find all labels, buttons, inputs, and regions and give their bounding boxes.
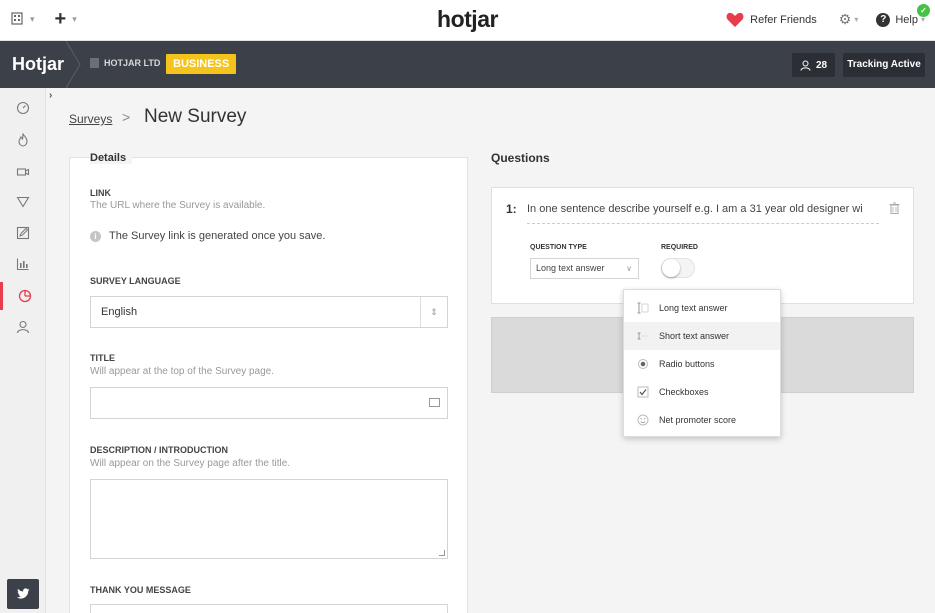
thankyou-input[interactable] — [90, 604, 448, 613]
language-label: SURVEY LANGUAGE — [90, 276, 181, 286]
building-icon — [90, 58, 99, 68]
toggle-knob — [662, 259, 680, 277]
funnel-icon — [16, 196, 30, 208]
question-number: 1: — [506, 202, 517, 216]
details-heading: Details — [90, 152, 133, 164]
radio-icon — [636, 358, 649, 371]
user-icon — [16, 320, 30, 334]
sidebar-expand-chevron-icon[interactable]: › — [49, 90, 52, 101]
menu-item-label: Checkboxes — [659, 387, 709, 397]
twitter-button[interactable] — [7, 579, 39, 609]
org-selector[interactable]: HOTJAR LTD — [90, 58, 160, 68]
title-input[interactable] — [90, 387, 448, 419]
menu-item-label: Short text answer — [659, 331, 730, 341]
user-icon — [800, 60, 811, 71]
sidebar-item-dashboard[interactable] — [0, 94, 46, 122]
link-label: LINK — [90, 188, 111, 198]
bar-chart-icon — [16, 258, 29, 271]
title-label: TITLE — [90, 353, 115, 363]
tracking-status-button[interactable]: Tracking Active — [843, 53, 925, 77]
menu-item-short-text[interactable]: Short text answer — [624, 322, 780, 350]
question-type-label: QUESTION TYPE — [530, 244, 587, 251]
help-link[interactable]: Help — [895, 14, 918, 26]
link-info-text: The Survey link is generated once you sa… — [109, 230, 326, 242]
title-help: Will appear at the top of the Survey pag… — [90, 366, 274, 377]
sidebar-item-forms[interactable] — [0, 219, 46, 247]
menu-item-label: Long text answer — [659, 303, 728, 313]
text-format-icon[interactable] — [429, 398, 440, 407]
resize-handle-icon[interactable] — [439, 550, 445, 556]
org-name: HOTJAR LTD — [104, 58, 161, 68]
select-arrows-icon: ⇕ — [420, 297, 447, 327]
menu-item-label: Radio buttons — [659, 359, 715, 369]
users-button[interactable]: 28 — [792, 53, 835, 77]
sidebar-item-surveys[interactable] — [0, 282, 46, 310]
sidebar-item-funnels[interactable] — [0, 188, 46, 216]
long-text-icon — [636, 302, 649, 315]
twitter-icon — [16, 588, 30, 599]
menu-item-checkboxes[interactable]: Checkboxes — [624, 378, 780, 406]
app-header: Hotjar HOTJAR LTD BUSINESS 28 Tracking A… — [0, 41, 935, 88]
top-bar: ▾ + ▾ hotjar Refer Friends ⚙ ▾ ? Help ▾ — [0, 0, 935, 41]
video-icon — [16, 168, 30, 176]
settings-chevron-down-icon[interactable]: ▾ — [854, 15, 858, 24]
heart-icon — [726, 12, 744, 28]
smiley-icon — [636, 414, 649, 427]
brand-title[interactable]: Hotjar — [0, 41, 70, 88]
checkbox-icon — [636, 386, 649, 399]
breadcrumb-surveys-link[interactable]: Surveys — [69, 112, 112, 126]
plan-badge[interactable]: BUSINESS — [166, 54, 237, 74]
description-label: DESCRIPTION / INTRODUCTION — [90, 445, 229, 455]
sidebar-item-recordings[interactable] — [0, 158, 46, 186]
dashboard-icon — [16, 101, 30, 115]
sidebar-item-heatmaps[interactable] — [0, 126, 46, 154]
link-info: i The Survey link is generated once you … — [90, 230, 325, 242]
description-textarea[interactable] — [90, 479, 448, 559]
question-card: 1: In one sentence describe yourself e.g… — [491, 187, 914, 304]
short-text-icon — [636, 330, 649, 343]
questions-heading: Questions — [491, 151, 550, 165]
required-label: REQUIRED — [661, 244, 698, 251]
question-type-select[interactable]: Long text answer ∨ — [530, 258, 639, 279]
breadcrumb-separator: > — [122, 109, 131, 125]
sidebar-item-recruiters[interactable] — [0, 313, 46, 341]
check-icon: ✓ — [917, 4, 930, 17]
question-type-menu: Long text answer Short text answer Radio… — [623, 289, 781, 437]
flame-icon — [18, 133, 28, 147]
menu-item-radio[interactable]: Radio buttons — [624, 350, 780, 378]
menu-item-label: Net promoter score — [659, 415, 737, 425]
menu-item-long-text[interactable]: Long text answer — [624, 294, 780, 322]
gear-icon[interactable]: ⚙ — [839, 11, 852, 28]
menu-item-nps[interactable]: Net promoter score — [624, 406, 780, 434]
chevron-down-icon: ∨ — [626, 264, 632, 273]
question-text-input[interactable]: In one sentence describe yourself e.g. I… — [527, 203, 879, 224]
page-title: New Survey — [144, 106, 247, 127]
help-icon[interactable]: ? — [876, 12, 891, 27]
description-help: Will appear on the Survey page after the… — [90, 458, 291, 469]
trash-icon[interactable] — [889, 202, 900, 214]
details-panel: Details LINK The URL where the Survey is… — [69, 152, 468, 613]
question-type-value: Long text answer — [536, 263, 605, 273]
language-value: English — [101, 306, 138, 318]
thankyou-label: THANK YOU MESSAGE — [90, 585, 191, 595]
required-toggle[interactable] — [661, 258, 695, 278]
edit-icon — [16, 226, 30, 240]
language-select[interactable]: English ⇕ — [90, 296, 448, 328]
brand-chevron-icon — [66, 41, 81, 88]
sidebar — [0, 88, 46, 613]
info-icon: i — [90, 230, 101, 242]
surveys-icon — [18, 289, 31, 303]
sidebar-item-polls[interactable] — [0, 250, 46, 278]
users-count: 28 — [815, 59, 828, 71]
refer-friends-link[interactable]: Refer Friends — [750, 14, 817, 26]
link-help: The URL where the Survey is available. — [90, 200, 266, 211]
top-right-controls: Refer Friends ⚙ ▾ ? Help ▾ — [726, 11, 925, 28]
